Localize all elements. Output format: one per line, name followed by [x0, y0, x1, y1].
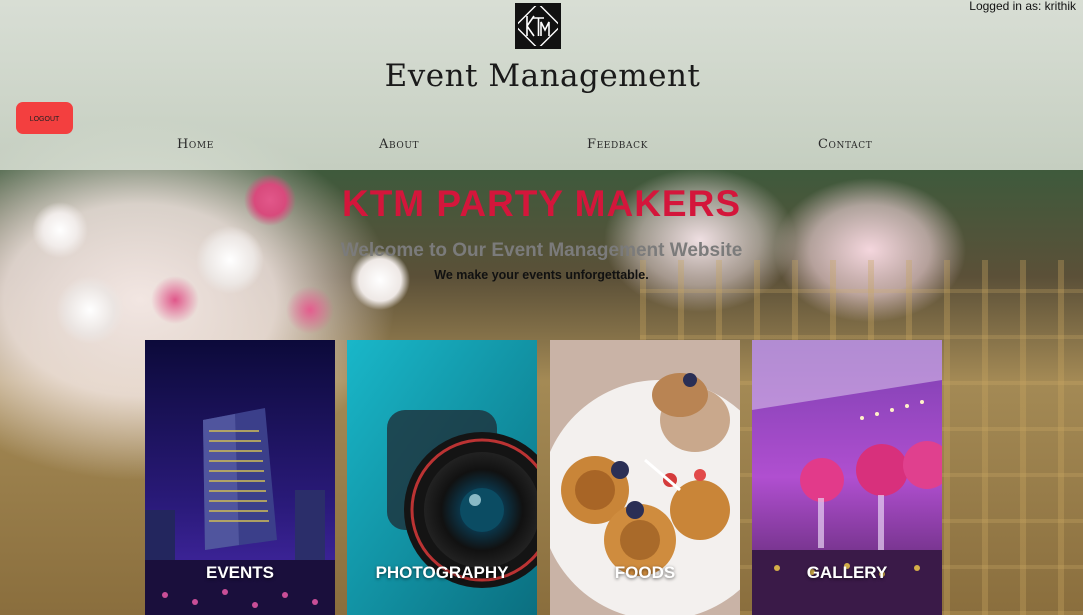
hero-title: KTM PARTY MAKERS [341, 183, 742, 224]
nav-about[interactable]: About [379, 137, 419, 152]
brand-name: Event Management [384, 58, 701, 94]
card-foods[interactable]: FOODS [550, 340, 740, 615]
nav-feedback[interactable]: Feedback [587, 137, 648, 152]
card-events-label: EVENTS [205, 563, 275, 582]
site-header: Event Management Logged in as: krithik L… [0, 0, 1083, 170]
logged-in-status: Logged in as: krithik [969, 0, 1076, 13]
logout-button[interactable]: Logout [16, 102, 73, 134]
card-gallery[interactable]: GALLERY [752, 340, 942, 615]
card-photography[interactable]: PHOTOGRAPHY [347, 340, 537, 615]
card-foods-label: FOODS [614, 563, 676, 582]
card-gallery-label: GALLERY [806, 563, 888, 582]
hero-subtitle: Welcome to Our Event Management Website [340, 240, 743, 261]
nav-contact[interactable]: Contact [818, 137, 872, 152]
card-events[interactable]: EVENTS [145, 340, 335, 615]
ktm-logo-icon[interactable] [515, 3, 561, 49]
card-photography-label: PHOTOGRAPHY [375, 563, 509, 582]
main-nav: Home About Feedback Contact [0, 137, 1083, 157]
hero-tagline: We make your events unforgettable. [434, 268, 649, 282]
nav-home[interactable]: Home [177, 137, 214, 152]
